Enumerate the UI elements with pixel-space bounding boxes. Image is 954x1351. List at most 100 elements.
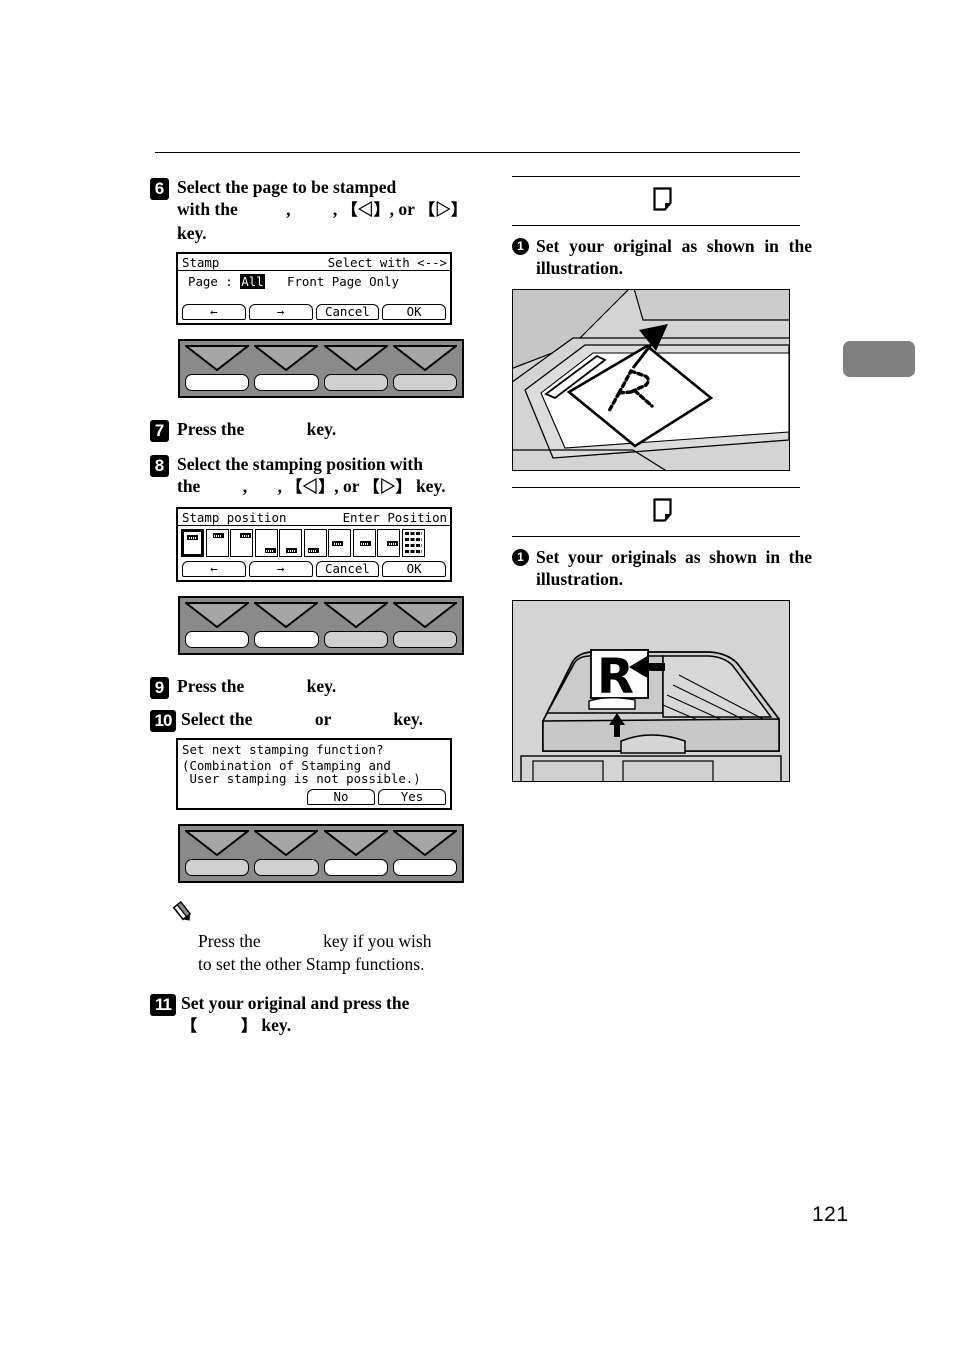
key-arrow-icon	[254, 830, 319, 856]
step-8-comma-2: ,	[277, 476, 282, 496]
hardware-key-3-2[interactable]	[254, 830, 319, 876]
key-arrow-icon	[392, 830, 457, 856]
key-button-face[interactable]	[323, 631, 388, 648]
step-7-number: 7	[150, 420, 169, 442]
key-arrow-icon	[323, 345, 388, 371]
note-line-a: Press the	[198, 931, 261, 951]
section-2-heading	[512, 488, 812, 536]
lcd-confirm-message: Set next stamping function? (Combination…	[178, 740, 450, 787]
step-7: 7 Press the key.	[150, 418, 472, 442]
position-option-top-right[interactable]	[230, 529, 253, 557]
note-line-c: to set the other Stamp functions.	[198, 954, 425, 974]
key-button-face[interactable]	[185, 859, 250, 876]
lcd-position-cancel-button[interactable]: Cancel	[315, 561, 380, 577]
step-9-number: 9	[150, 677, 169, 699]
position-option-bottom-center[interactable]	[279, 529, 302, 557]
step-10-number: 10	[150, 710, 176, 732]
step-10-line-a: Select the	[181, 709, 253, 729]
position-option-top-left[interactable]	[181, 529, 204, 557]
step-8-line-b: the	[177, 476, 201, 496]
bullet-step-1a: 1 Set your original as shown in the illu…	[512, 235, 812, 279]
position-option-bottom-right[interactable]	[254, 529, 278, 557]
hardware-key-1-3[interactable]	[323, 345, 388, 391]
hardware-key-2-3[interactable]	[323, 602, 388, 648]
step-10: 10 Select the or key.	[150, 708, 472, 732]
hardware-key-panel-2	[178, 596, 464, 655]
key-button-face[interactable]	[185, 374, 250, 391]
lcd-confirm-yes-button[interactable]: Yes	[378, 789, 446, 805]
document-page-icon	[652, 186, 672, 216]
hardware-key-1-2[interactable]	[254, 345, 319, 391]
illustration-document-feeder: R	[512, 600, 790, 782]
lcd-stamp-buttonbar: ← → Cancel OK	[178, 302, 450, 323]
key-arrow-icon	[392, 345, 457, 371]
lcd-confirm-screen: Set next stamping function? (Combination…	[176, 738, 452, 810]
lcd-stamp-field-row: Page : All Front Page Only	[178, 271, 450, 302]
lcd-position-buttonbar: ← → Cancel OK	[178, 559, 450, 580]
key-button-face[interactable]	[392, 631, 457, 648]
lcd-position-prev-button[interactable]: ←	[182, 561, 246, 577]
hardware-key-3-4[interactable]	[392, 830, 457, 876]
key-button-face[interactable]	[323, 859, 388, 876]
note-text: Press the key if you wish to set the oth…	[198, 930, 460, 976]
step-9-line-a: Press the	[177, 676, 245, 696]
position-option-middle-right[interactable]	[377, 529, 400, 557]
hardware-key-3-1[interactable]	[185, 830, 250, 876]
key-arrow-icon	[392, 602, 457, 628]
hardware-key-3-3[interactable]	[323, 830, 388, 876]
note-line-b: key if you wish	[323, 931, 432, 951]
lcd-position-ok-button[interactable]: OK	[382, 561, 446, 577]
key-button-face[interactable]	[392, 374, 457, 391]
step-9: 9 Press the key.	[150, 675, 472, 699]
note-pencil-icon	[172, 899, 472, 928]
key-button-face[interactable]	[392, 859, 457, 876]
position-option-middle-left[interactable]	[328, 529, 351, 557]
step-11-key-open: 【	[181, 1018, 198, 1035]
lcd-stamp-field-option[interactable]: Front Page Only	[287, 274, 399, 289]
hardware-key-1-4[interactable]	[392, 345, 457, 391]
key-button-face[interactable]	[254, 374, 319, 391]
bullet-step-1b: 1 Set your originals as shown in the ill…	[512, 546, 812, 590]
step-8-text: Select the stamping position with the , …	[177, 453, 472, 499]
lcd-position-title: Stamp position	[182, 510, 287, 525]
step-8-line-a: Select the stamping position with	[177, 454, 423, 474]
step-8: 8 Select the stamping position with the …	[150, 453, 472, 499]
hardware-key-2-1[interactable]	[185, 602, 250, 648]
key-button-face[interactable]	[254, 631, 319, 648]
hardware-key-2-2[interactable]	[254, 602, 319, 648]
step-10-text: Select the or key.	[181, 708, 472, 730]
lcd-stamp-field-value[interactable]: All	[240, 274, 265, 289]
step-9-text: Press the key.	[177, 675, 472, 697]
step-8-number: 8	[150, 455, 169, 477]
step-7-line-b: key.	[306, 419, 337, 439]
svg-text:R: R	[597, 649, 634, 705]
position-option-middle-center[interactable]	[352, 529, 376, 557]
key-button-face[interactable]	[185, 631, 250, 648]
bullet-number: 1	[512, 238, 529, 255]
step-6-comma-2: ,	[332, 199, 338, 219]
position-option-top-center[interactable]	[205, 529, 229, 557]
lcd-stamp-ok-button[interactable]: OK	[382, 304, 446, 320]
lcd-stamp-position-screen: Stamp position Enter Position ← → Cancel…	[176, 507, 452, 582]
lcd-confirm-buttonbar: No Yes	[178, 787, 450, 808]
step-8-comma-1: ,	[242, 476, 248, 496]
lcd-stamp-prev-button[interactable]: ←	[182, 304, 246, 320]
step-11-line-a: Set your original and press the	[181, 993, 410, 1013]
position-option-all-positions[interactable]	[401, 529, 425, 557]
bullet-step-1a-text: Set your original as shown in the illust…	[536, 236, 812, 278]
step-8-left-arrow-key: 【◁】	[286, 479, 335, 496]
hardware-key-1-1[interactable]	[185, 345, 250, 391]
document-page-icon	[652, 497, 672, 527]
step-8-line-c: key.	[415, 476, 446, 496]
key-button-face[interactable]	[254, 859, 319, 876]
lcd-position-next-button[interactable]: →	[248, 561, 313, 577]
lcd-confirm-no-button[interactable]: No	[307, 789, 375, 805]
key-button-face[interactable]	[323, 374, 388, 391]
step-6-line-c: key.	[177, 223, 207, 243]
position-option-bottom-left[interactable]	[303, 529, 327, 557]
hardware-key-2-4[interactable]	[392, 602, 457, 648]
step-9-line-b: key.	[306, 676, 337, 696]
right-column: 1 Set your original as shown in the illu…	[512, 176, 812, 784]
lcd-stamp-cancel-button[interactable]: Cancel	[315, 304, 380, 320]
lcd-stamp-next-button[interactable]: →	[248, 304, 313, 320]
